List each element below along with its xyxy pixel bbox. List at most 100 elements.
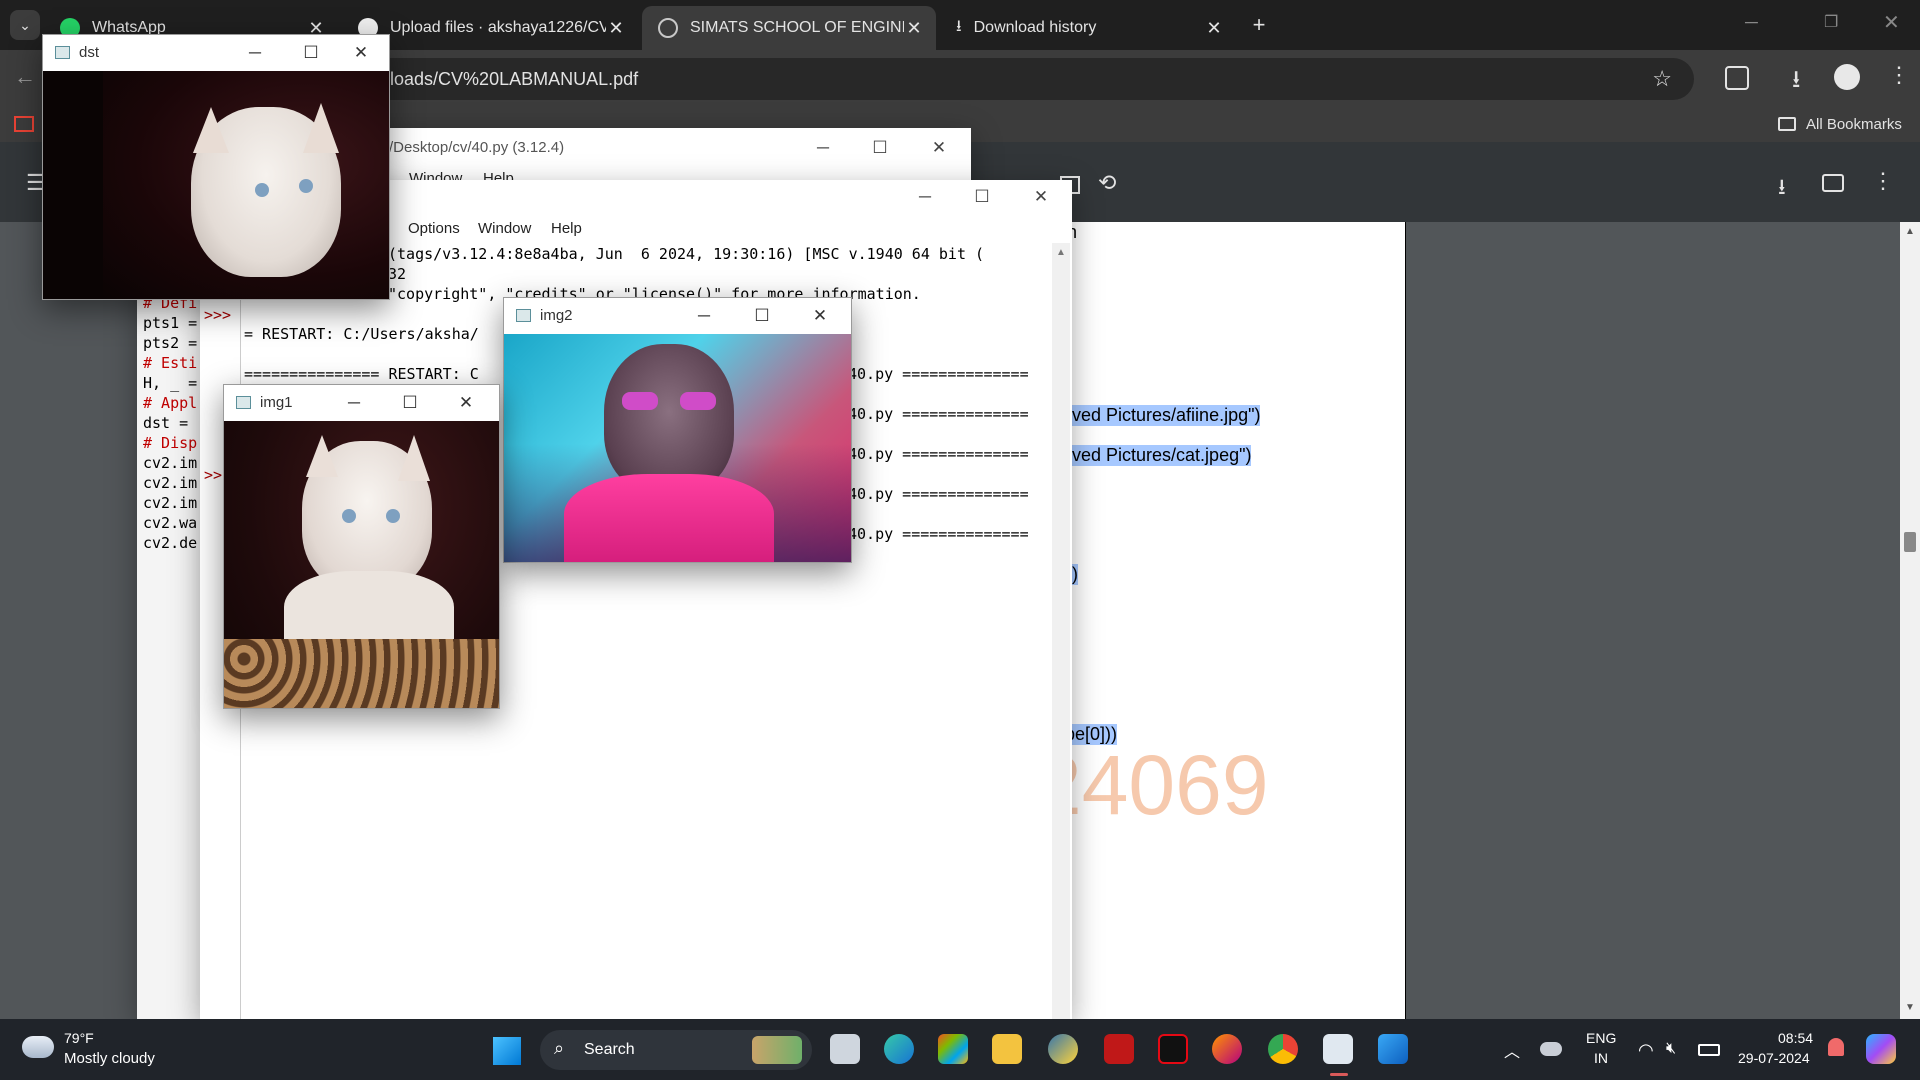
dst-title: dst [79, 44, 100, 61]
image-window-img2[interactable]: img2 ─ ☐ ✕ [503, 297, 852, 563]
shell-menu-window[interactable]: Window [478, 220, 531, 237]
img2-close-button[interactable]: ✕ [792, 298, 848, 334]
shell-minimize-button[interactable]: ─ [896, 180, 954, 214]
shell-maximize-button[interactable]: ☐ [953, 180, 1011, 214]
volume-muted-icon[interactable]: 🔇︎ [1666, 1040, 1676, 1058]
code-line: # Esti [143, 354, 198, 372]
window-restore-button[interactable]: ❐ [1824, 12, 1838, 32]
img2-title-bar[interactable]: img2 ─ ☐ ✕ [504, 298, 851, 334]
scroll-up-arrow[interactable]: ▲ [1056, 247, 1066, 258]
chrome-menu-icon[interactable]: ⋮ [1888, 62, 1910, 88]
close-tab-icon[interactable]: ✕ [1204, 18, 1224, 39]
taskbar-search-box[interactable]: ⌕ Search [540, 1030, 812, 1070]
rotate-icon[interactable]: ⟲ [1098, 170, 1116, 196]
weather-cloud-icon[interactable] [22, 1036, 54, 1058]
onedrive-icon[interactable] [1540, 1042, 1562, 1056]
notification-bell-icon[interactable] [1828, 1038, 1844, 1056]
download-icon: ⭳ [956, 17, 962, 35]
window-close-button[interactable]: ✕ [1883, 10, 1900, 35]
copilot-icon[interactable] [1866, 1034, 1896, 1064]
edge-icon[interactable] [884, 1034, 914, 1064]
img2-minimize-button[interactable]: ─ [676, 298, 732, 334]
file-explorer-icon[interactable] [992, 1034, 1022, 1064]
new-tab-button[interactable]: + [1244, 10, 1274, 40]
bookmark-star-icon[interactable]: ☆ [1652, 58, 1672, 100]
tab-simats[interactable]: SIMATS SCHOOL OF ENGINEERI ✕ [642, 6, 936, 50]
dst-close-button[interactable]: ✕ [333, 35, 389, 71]
editor-close-button[interactable]: ✕ [910, 131, 968, 165]
active-app-indicator [1330, 1073, 1348, 1076]
microsoft-store-icon[interactable] [938, 1034, 968, 1064]
scroll-down-arrow[interactable]: ▼ [1905, 1002, 1915, 1013]
show-hidden-icons-chevron[interactable]: ︿ [1504, 1038, 1520, 1062]
language-top[interactable]: ENG [1586, 1030, 1616, 1046]
shell-scrollbar[interactable]: ▲ [1052, 243, 1070, 1019]
photos-icon[interactable] [1378, 1034, 1408, 1064]
all-bookmarks-link[interactable]: All Bookmarks [1806, 116, 1902, 133]
shell-output-line: =============== RESTART: C [244, 365, 479, 383]
editor-maximize-button[interactable]: ☐ [851, 131, 909, 165]
image-window-img1[interactable]: img1 ─ ☐ ✕ [223, 384, 500, 709]
back-arrow-icon[interactable]: ← [14, 64, 36, 90]
code-line: H, _ = [143, 374, 198, 392]
pdf-scrollbar[interactable]: ▲ ▼ [1900, 222, 1920, 1019]
profile-avatar[interactable] [1834, 64, 1860, 90]
python-idle-icon[interactable] [1048, 1034, 1078, 1064]
close-tab-icon[interactable]: ✕ [606, 18, 626, 39]
scroll-up-arrow[interactable]: ▲ [1905, 226, 1915, 237]
gmail-icon[interactable] [14, 116, 34, 132]
img2-image [504, 334, 851, 562]
language-bottom[interactable]: IN [1594, 1050, 1608, 1066]
editor-minimize-button[interactable]: ─ [794, 131, 852, 165]
firefox-icon[interactable] [1212, 1034, 1242, 1064]
notepad-icon[interactable] [1323, 1034, 1353, 1064]
weather-description[interactable]: Mostly cloudy [64, 1050, 155, 1067]
shell-menu-help[interactable]: Help [551, 220, 582, 237]
shell-output-line: 32 [388, 265, 407, 283]
tab-title: Download history [973, 19, 1097, 36]
img1-title-bar[interactable]: img1 ─ ☐ ✕ [224, 385, 499, 421]
code-line: cv2.wa [143, 514, 198, 532]
code-line: cv2.im [143, 454, 198, 472]
dst-minimize-button[interactable]: ─ [227, 35, 283, 71]
battery-icon[interactable] [1698, 1044, 1720, 1056]
close-tab-icon[interactable]: ✕ [904, 18, 924, 39]
netflix-icon[interactable] [1158, 1034, 1188, 1064]
chrome-icon[interactable] [1268, 1034, 1298, 1064]
pdf-page-right-rule [1405, 222, 1406, 1019]
img1-close-button[interactable]: ✕ [438, 385, 494, 421]
pdf-highlighted-line: ) [1072, 564, 1078, 585]
img1-maximize-button[interactable]: ☐ [382, 385, 438, 421]
clock-date[interactable]: 29-07-2024 [1738, 1050, 1810, 1066]
shell-output-line: 40.py ============== [848, 485, 1029, 503]
code-line: cv2.de [143, 534, 198, 552]
window-minimize-button[interactable]: ─ [1745, 12, 1758, 33]
img1-image [224, 421, 499, 708]
pdf-more-icon[interactable]: ⋮ [1872, 168, 1894, 194]
pdf-download-icon[interactable]: ⭳ [1778, 170, 1786, 208]
shell-close-button[interactable]: ✕ [1012, 180, 1070, 214]
dst-title-bar[interactable]: dst ─ ☐ ✕ [43, 35, 389, 71]
img1-minimize-button[interactable]: ─ [326, 385, 382, 421]
tab-search-button[interactable]: ⌄ [10, 10, 40, 40]
mcafee-icon[interactable] [1104, 1034, 1134, 1064]
image-window-dst[interactable]: dst ─ ☐ ✕ [42, 34, 390, 300]
wifi-icon[interactable]: ◠ [1638, 1040, 1654, 1061]
print-icon[interactable] [1822, 174, 1844, 192]
img2-maximize-button[interactable]: ☐ [734, 298, 790, 334]
shell-menu-options[interactable]: Options [408, 220, 460, 237]
code-line: dst = [143, 414, 189, 432]
extensions-icon[interactable] [1725, 66, 1749, 90]
scrollbar-thumb[interactable] [1904, 532, 1916, 552]
dst-maximize-button[interactable]: ☐ [283, 35, 339, 71]
downloads-icon[interactable]: ⭳ [1792, 62, 1800, 103]
tab-title: SIMATS SCHOOL OF ENGINEERI [690, 19, 904, 36]
clock-time[interactable]: 08:54 [1778, 1030, 1813, 1046]
tab-download-history[interactable]: ⭳ Download history ✕ [940, 6, 1236, 50]
code-line: pts2 = [143, 334, 198, 352]
weather-temperature[interactable]: 79°F [64, 1030, 94, 1046]
windows-start-icon[interactable] [493, 1037, 521, 1065]
task-view-icon[interactable] [830, 1034, 860, 1064]
code-line: cv2.im [143, 474, 198, 492]
shell-output-line: 40.py ============== [848, 525, 1029, 543]
